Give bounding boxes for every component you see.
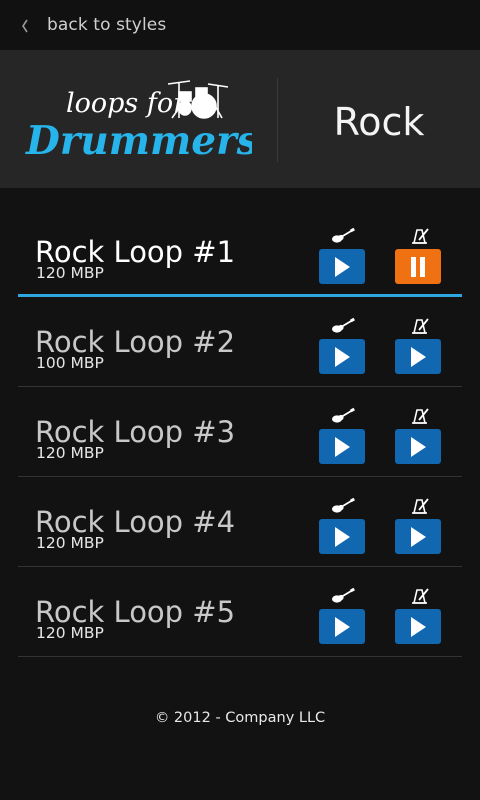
play-icon (335, 256, 350, 277)
guitar-icon (332, 497, 355, 513)
guitar-icon (332, 317, 355, 333)
loop-row-3[interactable]: Rock Loop #3 120 MBP (0, 387, 480, 477)
metronome-play-button[interactable] (395, 519, 441, 554)
back-to-styles-link[interactable]: back to styles (47, 15, 166, 35)
top-nav-bar: back to styles (0, 0, 480, 50)
metronome-play-button[interactable] (395, 609, 441, 644)
loop-row-2[interactable]: Rock Loop #2 100 MBP (0, 297, 480, 387)
play-icon (335, 616, 350, 637)
guitar-play-button[interactable] (319, 249, 365, 284)
metronome-pause-button[interactable] (395, 249, 441, 284)
play-icon (411, 526, 426, 547)
metronome-play-button[interactable] (395, 429, 441, 464)
guitar-icon (332, 227, 355, 243)
loop-row-4[interactable]: Rock Loop #4 120 MBP (0, 477, 480, 567)
logo-line1: loops for (66, 88, 188, 119)
play-icon (411, 436, 426, 457)
app-screen: back to styles loops for Drummers Rock R… (0, 0, 480, 800)
chevron-left-icon[interactable] (20, 17, 30, 35)
guitar-icon (332, 587, 355, 603)
loop-bpm: 120 MBP (36, 444, 104, 462)
metronome-icon (412, 588, 429, 604)
guitar-play-button[interactable] (319, 339, 365, 374)
pause-icon (411, 256, 425, 277)
loop-bpm: 120 MBP (36, 534, 104, 552)
logo: loops for Drummers (25, 80, 252, 164)
guitar-play-button[interactable] (319, 609, 365, 644)
play-icon (335, 346, 350, 367)
style-title: Rock (333, 100, 425, 144)
row-divider (18, 656, 462, 657)
guitar-play-button[interactable] (319, 519, 365, 554)
loop-row-1[interactable]: Rock Loop #1 120 MBP (0, 207, 480, 297)
loop-bpm: 120 MBP (36, 624, 104, 642)
loop-bpm: 120 MBP (36, 264, 104, 282)
loop-list: Rock Loop #1 120 MBP Rock Loop #2 100 MB… (0, 207, 480, 657)
guitar-icon (332, 407, 355, 423)
metronome-icon (412, 498, 429, 514)
loop-row-5[interactable]: Rock Loop #5 120 MBP (0, 567, 480, 657)
play-icon (335, 526, 350, 547)
loop-bpm: 100 MBP (36, 354, 104, 372)
metronome-icon (412, 318, 429, 334)
guitar-play-button[interactable] (319, 429, 365, 464)
copyright-footer: © 2012 - Company LLC (154, 710, 326, 726)
play-icon (411, 346, 426, 367)
play-icon (411, 616, 426, 637)
play-icon (335, 436, 350, 457)
metronome-icon (412, 408, 429, 424)
logo-line2: Drummers (25, 118, 252, 164)
metronome-icon (412, 228, 429, 244)
metronome-play-button[interactable] (395, 339, 441, 374)
header: loops for Drummers Rock (0, 50, 480, 188)
